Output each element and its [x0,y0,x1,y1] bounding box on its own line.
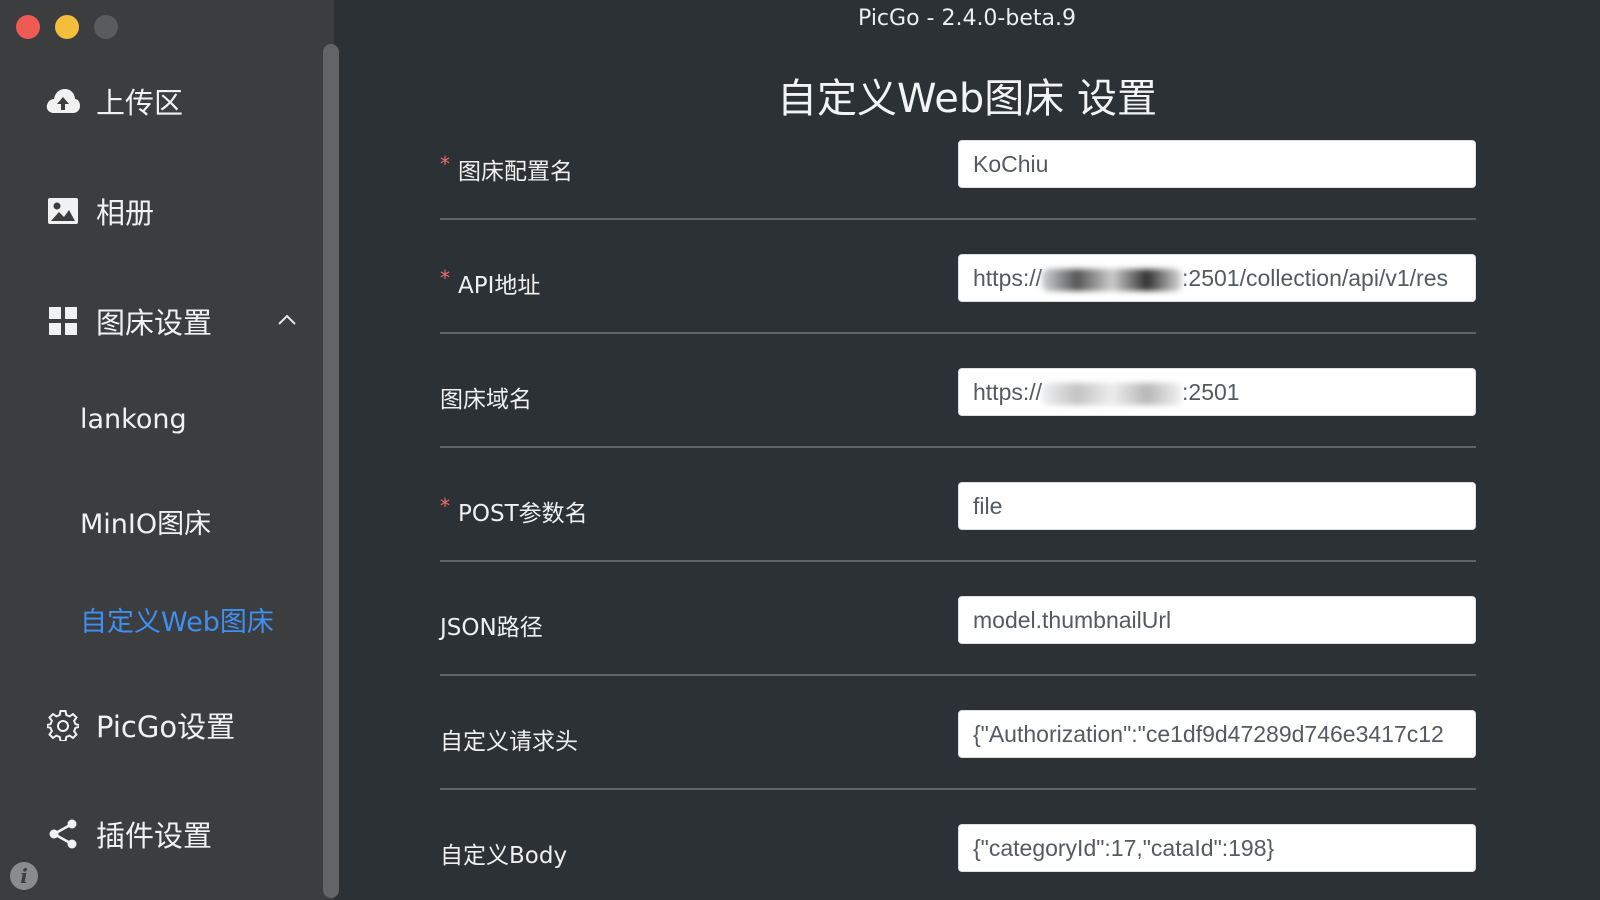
close-window-button[interactable] [16,15,40,39]
custom-headers-input[interactable]: {"Authorization":"ce1df9d47289d746e3417c… [958,710,1476,758]
form-row-custom-headers: 自定义请求头 {"Authorization":"ce1df9d47289d74… [440,710,1476,824]
required-asterisk: * [440,266,450,290]
sidebar-item-album[interactable]: 相册 [46,190,154,232]
domain-input[interactable]: https:// :2501 [958,368,1476,416]
divider [440,332,1476,334]
post-param-input[interactable]: file [958,482,1476,530]
field-label: 自定义请求头 [440,729,578,755]
sidebar-subitem-minio[interactable]: MinIO图床 [80,502,211,541]
field-label: 自定义Body [440,843,568,869]
app-window: 上传区 相册 图床设置 lankong MinIO图床 自定义Web图床 Pic… [0,0,1600,900]
redacted-text [1042,268,1183,291]
share-icon [46,817,80,851]
form-row-post-param: * POST参数名 file [440,482,1476,596]
api-url-input[interactable]: https:// :2501/collection/api/v1/res [958,254,1476,302]
api-url-suffix: :2501/collection/api/v1/res [1182,265,1448,291]
sidebar-subitem-custom-web[interactable]: 自定义Web图床 [80,600,274,639]
divider [440,788,1476,790]
sidebar-item-upload[interactable]: 上传区 [46,80,183,122]
info-icon[interactable]: i [10,862,38,890]
sidebar-item-picgo-settings[interactable]: PicGo设置 [46,704,235,746]
config-name-input[interactable]: KoChiu [958,140,1476,188]
divider [440,218,1476,220]
form-row-json-path: JSON路径 model.thumbnailUrl [440,596,1476,710]
window-controls [16,15,118,39]
sidebar-item-label: 图床设置 [96,306,213,340]
custom-body-input[interactable]: {"categoryId":17,"cataId":198} [958,824,1476,872]
sidebar-item-plugin-settings[interactable]: 插件设置 [46,813,212,855]
domain-suffix: :2501 [1182,379,1240,405]
sidebar-item-label: 上传区 [96,86,184,120]
api-url-prefix: https:// [973,265,1043,291]
grid-icon [46,304,80,338]
field-label: API地址 [458,273,541,299]
window-title: PicGo - 2.4.0-beta.9 [858,6,1076,31]
form-row-domain: 图床域名 https:// :2501 [440,368,1476,482]
form-row-config-name: * 图床配置名 KoChiu [440,140,1476,254]
form-row-custom-body: 自定义Body {"categoryId":17,"cataId":198} [440,824,1476,900]
field-label: 图床域名 [440,387,532,413]
maximize-window-button[interactable] [94,15,118,39]
sidebar: 上传区 相册 图床设置 lankong MinIO图床 自定义Web图床 Pic… [0,0,334,900]
sidebar-scrollbar[interactable] [323,44,339,898]
field-label: JSON路径 [440,615,543,641]
redacted-text [1042,382,1183,405]
field-label: POST参数名 [458,501,588,527]
sidebar-item-picbed-settings[interactable]: 图床设置 [46,300,212,342]
field-label: 图床配置名 [458,159,573,185]
minimize-window-button[interactable] [55,15,79,39]
cloud-upload-icon [46,84,80,118]
chevron-up-icon[interactable] [278,313,296,325]
domain-prefix: https:// [973,379,1043,405]
form-row-api-url: * API地址 https:// :2501/collection/api/v1/r… [440,254,1476,368]
sidebar-subitem-lankong[interactable]: lankong [80,404,187,435]
gear-icon [46,708,80,742]
sidebar-item-label: 插件设置 [96,819,213,853]
divider [440,560,1476,562]
required-asterisk: * [440,152,450,176]
image-icon [46,194,80,228]
json-path-input[interactable]: model.thumbnailUrl [958,596,1476,644]
sidebar-item-label: PicGo设置 [96,710,236,744]
divider [440,674,1476,676]
divider [440,446,1476,448]
sidebar-item-label: 相册 [96,196,155,230]
required-asterisk: * [440,494,450,518]
page-title: 自定义Web图床 设置 [777,76,1157,122]
